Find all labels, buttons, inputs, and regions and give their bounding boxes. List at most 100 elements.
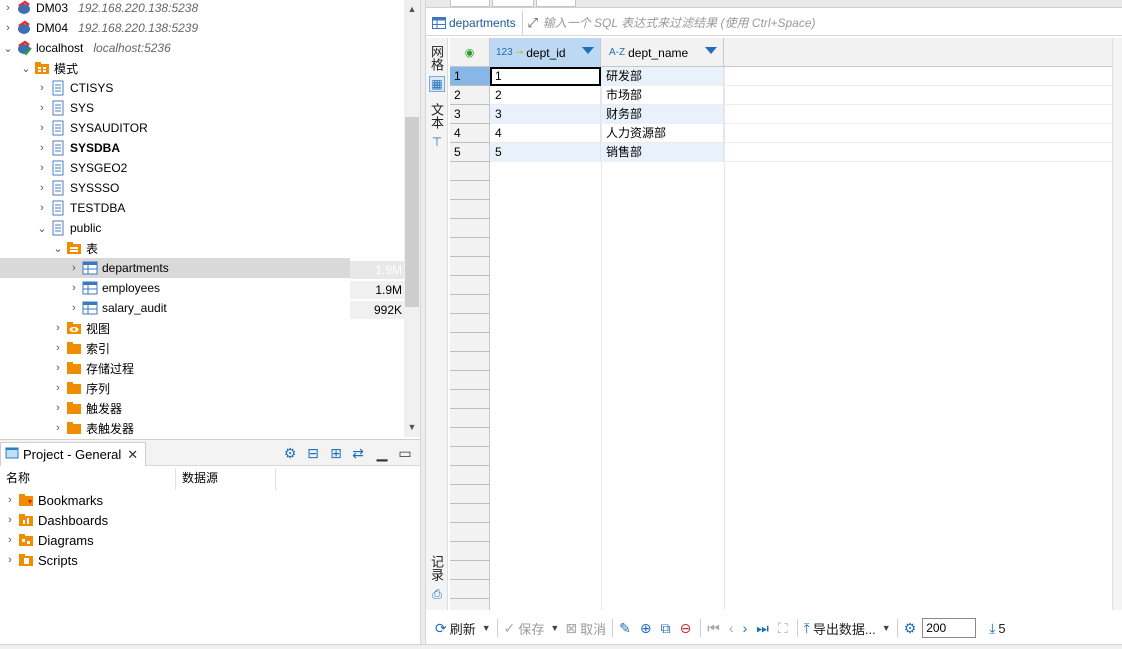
sort-filter-icon[interactable] xyxy=(582,47,594,54)
text-icon[interactable]: ⊤ xyxy=(429,134,445,150)
cell-dept-name[interactable]: 人力资源部 xyxy=(601,124,724,143)
chevron-right-icon[interactable]: › xyxy=(52,318,64,338)
chevron-right-icon[interactable]: › xyxy=(4,510,16,530)
sort-filter-icon[interactable] xyxy=(705,47,717,54)
project-item-bookmarks[interactable]: › Bookmarks xyxy=(0,490,103,510)
cell-dept-name[interactable]: 财务部 xyxy=(601,105,724,124)
tree-node-localhost[interactable]: ⌄ localhost localhost:5236 xyxy=(0,38,404,58)
chevron-right-icon[interactable]: › xyxy=(52,418,64,437)
link-editor-icon[interactable]: ⇄ xyxy=(350,445,366,461)
collapse-icon[interactable]: ⊟ xyxy=(305,445,321,461)
tree-node-schema[interactable]: › TESTDBA xyxy=(0,198,404,218)
select-all-cell[interactable]: ◉ xyxy=(450,38,490,67)
row-number[interactable]: 5 xyxy=(450,143,490,162)
tree-node-sequences-folder[interactable]: › 序列 xyxy=(0,378,404,398)
cell-dept-id[interactable]: 5 xyxy=(490,143,601,162)
next-page-button[interactable]: › xyxy=(740,616,754,640)
chevron-right-icon[interactable]: › xyxy=(52,338,64,358)
chevron-down-icon[interactable]: ▼ xyxy=(550,623,559,633)
chevron-right-icon[interactable]: › xyxy=(52,398,64,418)
chevron-right-icon[interactable]: › xyxy=(52,358,64,378)
table-row[interactable]: 5 销售部 xyxy=(490,143,1112,162)
tab-record[interactable]: 记录 xyxy=(428,554,446,582)
save-button[interactable]: ✓ 保存 ▼ xyxy=(501,616,563,640)
row-count-button[interactable]: ⤓ 5 xyxy=(986,616,1008,640)
tree-node-table-salary-audit[interactable]: › salary_audit xyxy=(0,298,350,318)
tree-node-dm04[interactable]: › DM04 192.168.220.138:5239 xyxy=(0,18,404,38)
row-number[interactable]: 2 xyxy=(450,86,490,105)
tree-node-procedures-folder[interactable]: › 存储过程 xyxy=(0,358,404,378)
chevron-right-icon[interactable]: › xyxy=(4,550,16,570)
chevron-right-icon[interactable]: › xyxy=(4,530,16,550)
cancel-button[interactable]: ⊠ 取消 xyxy=(562,616,609,640)
gear-icon[interactable]: ⚙ xyxy=(282,445,298,461)
fetch-size-input[interactable] xyxy=(922,618,977,638)
table-row[interactable]: 2 市场部 xyxy=(490,86,1112,105)
tree-node-table-employees[interactable]: › employees xyxy=(0,278,350,298)
cell-dept-id[interactable]: 3 xyxy=(490,105,601,124)
tree-node-schemas[interactable]: ⌄ 模式 xyxy=(0,58,404,78)
first-page-button[interactable]: ⏮ xyxy=(704,616,726,640)
tab-grid[interactable]: 网格 xyxy=(428,44,446,72)
column-header-dept-id[interactable]: 123 ⊸ dept_id xyxy=(490,38,601,67)
project-item-dashboards[interactable]: › Dashboards xyxy=(0,510,108,530)
editor-subtab[interactable] xyxy=(536,0,576,7)
filter-input[interactable] xyxy=(542,11,1122,34)
scrollbar-thumb[interactable] xyxy=(405,117,419,307)
table-row[interactable]: 1 研发部 xyxy=(490,67,1112,86)
row-number[interactable]: 4 xyxy=(450,124,490,143)
cell-dept-id[interactable]: 1 xyxy=(490,67,601,86)
table-row[interactable]: 4 人力资源部 xyxy=(490,124,1112,143)
expand-filter-icon[interactable]: ⤢ xyxy=(523,15,543,31)
tree-node-table-departments[interactable]: › departments xyxy=(0,258,350,278)
scroll-down-icon[interactable]: ▼ xyxy=(404,420,420,434)
chevron-right-icon[interactable]: › xyxy=(52,378,64,398)
tab-text[interactable]: 文本 xyxy=(428,102,446,130)
last-page-button[interactable]: ⏭ xyxy=(753,616,775,640)
table-row[interactable]: 3 财务部 xyxy=(490,105,1112,124)
chevron-right-icon[interactable]: › xyxy=(36,78,48,98)
row-number[interactable]: 1 xyxy=(450,67,490,86)
chevron-right-icon[interactable]: › xyxy=(68,278,80,298)
delete-row-button[interactable]: ⊖ xyxy=(677,616,698,640)
tree-node-dm03[interactable]: › DM03 192.168.220.138:5238 xyxy=(0,0,404,18)
prev-page-button[interactable]: ‹ xyxy=(726,616,740,640)
project-tab[interactable]: Project - General ✕ xyxy=(0,442,146,466)
chevron-right-icon[interactable]: › xyxy=(36,178,48,198)
chevron-right-icon[interactable]: › xyxy=(4,490,16,510)
chevron-right-icon[interactable]: › xyxy=(36,138,48,158)
results-grid[interactable]: ◉ 123 ⊸ dept_id A-Z dept_name 1 2 3 4 5 xyxy=(450,38,1112,610)
column-header-datasource[interactable]: 数据源 xyxy=(176,468,276,490)
filter-table-selector[interactable]: departments xyxy=(426,10,523,35)
chevron-right-icon[interactable]: › xyxy=(36,198,48,218)
fetch-all-button[interactable]: ⛶ xyxy=(775,616,794,640)
chevron-down-icon[interactable]: ▼ xyxy=(482,623,491,633)
tree-node-table-triggers-folder[interactable]: › 表触发器 xyxy=(0,418,404,437)
cell-dept-id[interactable]: 4 xyxy=(490,124,601,143)
project-item-scripts[interactable]: › Scripts xyxy=(0,550,78,570)
tree-node-schema[interactable]: › SYSSSO xyxy=(0,178,404,198)
scroll-up-icon[interactable]: ▲ xyxy=(404,2,420,16)
tree-node-schema-default[interactable]: › SYSDBA xyxy=(0,138,404,158)
expand-icon[interactable]: ⊞ xyxy=(328,445,344,461)
tree-node-schema-public[interactable]: ⌄ public xyxy=(0,218,404,238)
fetch-size-settings-button[interactable]: ⚙ xyxy=(901,616,923,640)
chevron-down-icon[interactable]: ⌄ xyxy=(52,238,64,258)
tree-node-schema[interactable]: › SYS xyxy=(0,98,404,118)
cell-dept-id[interactable]: 2 xyxy=(490,86,601,105)
cell-dept-name[interactable]: 研发部 xyxy=(601,67,724,86)
refresh-button[interactable]: ⟳ 刷新 ▼ xyxy=(432,616,494,640)
chevron-right-icon[interactable]: › xyxy=(36,98,48,118)
export-data-button[interactable]: ⤒ 导出数据... ▼ xyxy=(801,616,894,640)
edit-row-button[interactable]: ✎ xyxy=(616,616,637,640)
tree-node-schema[interactable]: › SYSAUDITOR xyxy=(0,118,404,138)
navigator-scrollbar[interactable]: ▲ ▼ xyxy=(404,0,420,437)
chevron-right-icon[interactable]: › xyxy=(68,258,80,278)
cell-dept-name[interactable]: 销售部 xyxy=(601,143,724,162)
row-number[interactable]: 3 xyxy=(450,105,490,124)
grid-icon[interactable]: ▦ xyxy=(429,76,445,92)
maximize-icon[interactable]: ▭ xyxy=(397,445,413,461)
column-header-dept-name[interactable]: A-Z dept_name xyxy=(601,38,724,67)
chevron-down-icon[interactable]: ⌄ xyxy=(36,218,48,238)
chevron-down-icon[interactable]: ▼ xyxy=(882,623,891,633)
